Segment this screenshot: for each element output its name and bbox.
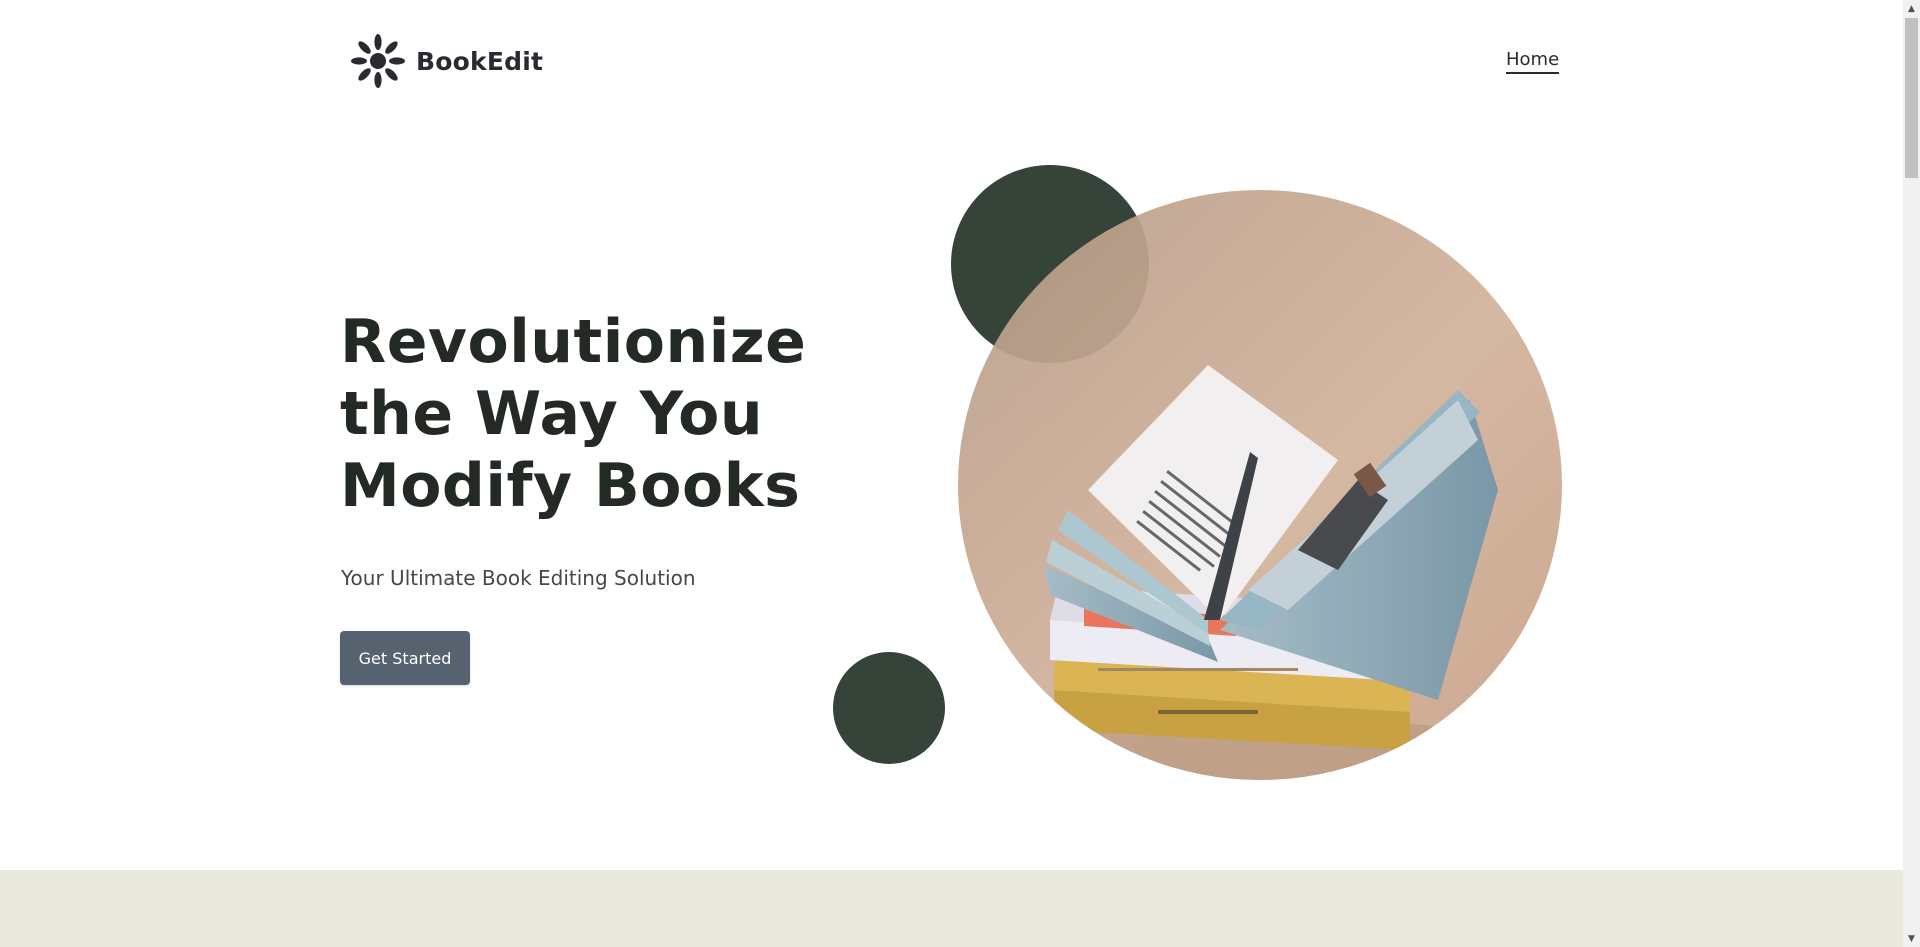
hero-title: Revolutionize the Way You Modify Books xyxy=(340,307,807,521)
next-section-band xyxy=(0,870,1903,947)
site-header: BookEdit Home xyxy=(0,0,1903,124)
sunburst-logo-icon xyxy=(351,34,405,88)
get-started-button[interactable]: Get Started xyxy=(340,631,470,685)
hero-book-image xyxy=(958,190,1562,780)
brand-name: BookEdit xyxy=(416,46,544,76)
scroll-down-arrow-icon[interactable]: ▼ xyxy=(1903,930,1920,947)
decorative-circle-bottom xyxy=(833,652,945,764)
brand-logo-link[interactable]: BookEdit xyxy=(350,33,543,89)
scroll-thumb[interactable] xyxy=(1905,18,1918,178)
nav-link-home[interactable]: Home xyxy=(1506,49,1560,74)
hero-subtitle: Your Ultimate Book Editing Solution xyxy=(341,566,696,590)
scroll-up-arrow-icon[interactable]: ▲ xyxy=(1903,0,1920,17)
page: BookEdit Home Revolutionize the Way You … xyxy=(0,0,1920,947)
open-book-photo xyxy=(958,190,1562,780)
page-scrollbar[interactable]: ▲ ▼ xyxy=(1903,0,1920,947)
